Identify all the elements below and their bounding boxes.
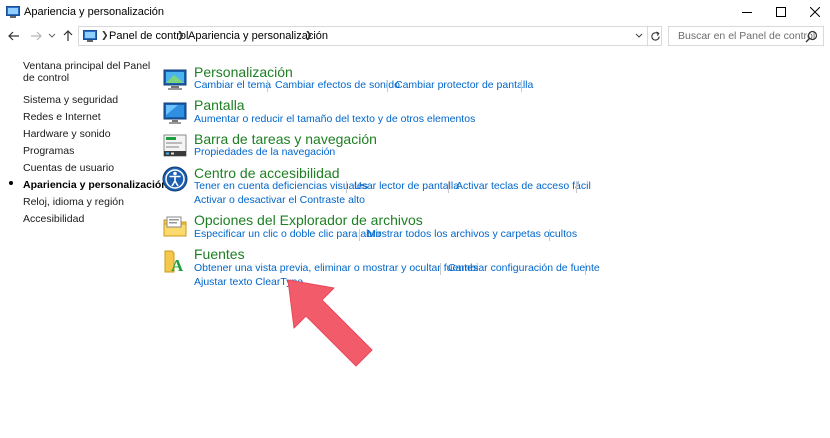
minimize-icon	[742, 12, 752, 13]
annotation-arrow-icon	[287, 279, 373, 367]
link-high-contrast[interactable]: Activar o desactivar el Contraste alto	[194, 194, 365, 206]
link-separator	[387, 80, 388, 92]
category-personalization-title[interactable]: Personalización	[194, 64, 293, 80]
link-separator	[549, 229, 550, 241]
close-button[interactable]	[798, 0, 830, 24]
accessibility-icon	[162, 166, 188, 192]
control-panel-icon	[83, 30, 97, 42]
arrow-up-icon	[63, 30, 73, 41]
display-icon	[163, 102, 187, 124]
sidebar-item-home[interactable]: Ventana principal del Panel de control	[23, 60, 151, 84]
chevron-down-icon	[48, 33, 56, 38]
category-taskbar-title[interactable]: Barra de tareas y navegación	[194, 131, 377, 147]
link-separator	[521, 80, 522, 92]
maximize-button[interactable]	[764, 0, 798, 24]
link-separator	[359, 229, 360, 241]
search-icon	[805, 30, 818, 43]
link-separator	[267, 80, 268, 92]
address-dropdown-button[interactable]	[632, 29, 646, 43]
sidebar-item-user-accounts[interactable]: Cuentas de usuario	[23, 162, 114, 174]
refresh-button[interactable]	[647, 27, 663, 45]
taskbar-icon	[163, 134, 187, 157]
link-separator	[440, 263, 441, 275]
sidebar-item-appearance[interactable]: Apariencia y personalización	[23, 179, 168, 191]
link-change-screensaver[interactable]: Cambiar protector de pantalla	[395, 79, 533, 91]
window-title: Apariencia y personalización	[24, 6, 165, 18]
search-input[interactable]: Buscar en el Panel de control	[668, 26, 824, 46]
link-separator	[576, 181, 577, 193]
navigation-bar: ❯ Panel de control ❯ Apariencia y person…	[0, 24, 830, 48]
address-bar[interactable]: ❯ Panel de control ❯ Apariencia y person…	[78, 26, 662, 46]
link-separator	[448, 181, 449, 193]
forward-button[interactable]	[28, 28, 44, 44]
category-accessibility-title[interactable]: Centro de accesibilidad	[194, 165, 340, 181]
arrow-right-icon	[31, 31, 42, 41]
title-bar: Apariencia y personalización	[0, 0, 830, 24]
link-font-settings[interactable]: Cambiar configuración de fuente	[448, 262, 600, 274]
link-show-hidden-files[interactable]: Mostrar todos los archivos y carpetas oc…	[367, 228, 577, 240]
link-change-theme[interactable]: Cambiar el tema	[194, 79, 271, 91]
category-display-title[interactable]: Pantalla	[194, 97, 245, 113]
svg-text:A: A	[171, 256, 184, 274]
link-separator	[585, 263, 586, 275]
minimize-button[interactable]	[730, 0, 764, 24]
sidebar-item-hardware-sound[interactable]: Hardware y sonido	[23, 128, 111, 140]
active-item-bullet	[9, 181, 13, 185]
link-screen-reader[interactable]: Usar lector de pantalla	[354, 180, 459, 192]
link-navigation-properties[interactable]: Propiedades de la navegación	[194, 146, 335, 158]
recent-locations-button[interactable]	[44, 28, 60, 44]
fonts-icon: A	[164, 250, 184, 274]
link-easy-access-keys[interactable]: Activar teclas de acceso fácil	[456, 180, 591, 192]
link-separator	[346, 181, 347, 193]
search-placeholder: Buscar en el Panel de control	[678, 30, 816, 42]
link-text-size[interactable]: Aumentar o reducir el tamaño del texto y…	[194, 113, 475, 125]
breadcrumb-separator-icon: ❯	[177, 30, 185, 40]
sidebar-item-network[interactable]: Redes e Internet	[23, 111, 101, 123]
sidebar-item-system-security[interactable]: Sistema y seguridad	[23, 94, 118, 106]
control-panel-icon	[6, 6, 20, 18]
back-button[interactable]	[6, 28, 22, 44]
category-explorer-options-title[interactable]: Opciones del Explorador de archivos	[194, 212, 423, 228]
folder-options-icon	[163, 216, 187, 237]
refresh-icon	[651, 30, 660, 41]
arrow-left-icon	[8, 31, 19, 41]
link-change-sound-effects[interactable]: Cambiar efectos de sonido	[275, 79, 400, 91]
breadcrumb-separator-icon: ❯	[305, 30, 313, 40]
chevron-down-icon	[635, 33, 643, 38]
link-preview-fonts[interactable]: Obtener una vista previa, eliminar o mos…	[194, 262, 478, 274]
up-button[interactable]	[60, 28, 76, 44]
sidebar-item-clock-region[interactable]: Reloj, idioma y región	[23, 196, 124, 208]
sidebar: Ventana principal del Panel de control S…	[0, 52, 168, 438]
sidebar-item-accessibility[interactable]: Accesibilidad	[23, 213, 84, 225]
category-fonts-title[interactable]: Fuentes	[194, 246, 245, 262]
link-visual-impairments[interactable]: Tener en cuenta deficiencias visuales	[194, 180, 368, 192]
maximize-icon	[776, 7, 786, 17]
sidebar-item-programs[interactable]: Programas	[23, 145, 74, 157]
link-single-double-click[interactable]: Especificar un clic o doble clic para ab…	[194, 228, 381, 240]
personalization-icon	[163, 69, 187, 90]
breadcrumb-separator-icon: ❯	[101, 30, 109, 40]
close-icon	[810, 7, 820, 17]
